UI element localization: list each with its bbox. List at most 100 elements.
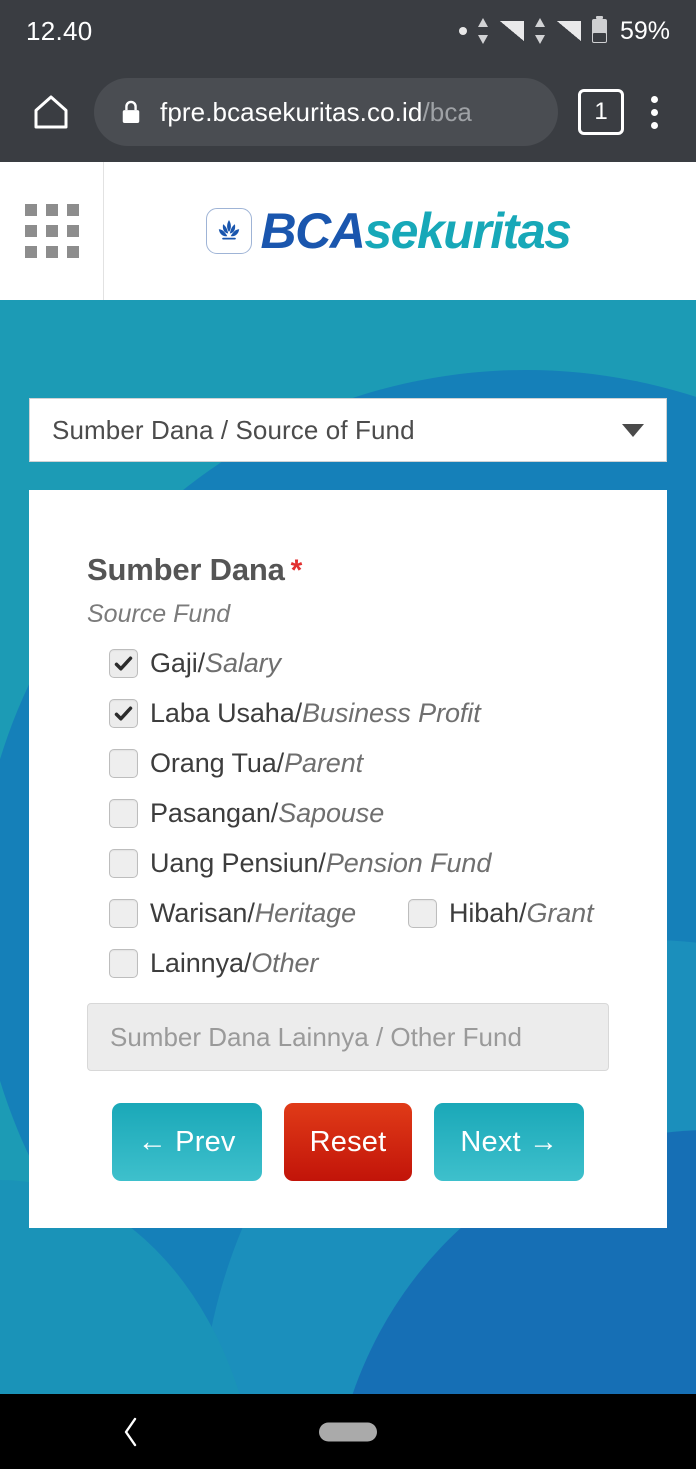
checkbox-row: Lainnya/Other: [109, 938, 649, 988]
site-header: BCAsekuritas: [0, 162, 696, 300]
checkbox-item-warisan[interactable]: Warisan/Heritage: [109, 898, 356, 929]
checkbox-item-uangpensiun[interactable]: Uang Pensiun/Pension Fund: [109, 848, 491, 879]
grid-cell: [45, 225, 58, 237]
section-select[interactable]: Sumber Dana / Source of Fund: [29, 398, 667, 462]
grid-cell: [24, 225, 37, 237]
checkbox-label-en: Salary: [205, 647, 281, 678]
status-icon-group: 59%: [458, 16, 670, 46]
checkbox-label-id: Gaji/: [150, 647, 206, 678]
checkbox-label-en: Pension Fund: [325, 847, 492, 878]
checkbox-unchecked-icon[interactable]: [109, 748, 138, 778]
form-card: Sumber Dana * Source Fund Gaji/Salary Laba…: [29, 490, 667, 1228]
checkbox-item-lainnya[interactable]: Lainnya/Other: [109, 948, 318, 979]
checkbox-item-labausaha[interactable]: Laba Usaha/Business Profit: [109, 698, 481, 729]
checkbox-label: Orang Tua/Parent: [150, 748, 363, 779]
logo-secondary-text: sekuritas: [364, 203, 572, 259]
grid-cell: [45, 204, 58, 216]
checkbox-label-id: Warisan/: [150, 897, 255, 928]
url-path: /bca: [422, 96, 472, 127]
checkbox-label-en: Other: [251, 947, 319, 978]
form-title-text: Sumber Dana: [87, 552, 285, 587]
section-select-value: Sumber Dana / Source of Fund: [52, 414, 415, 445]
checkbox-unchecked-icon[interactable]: [109, 798, 138, 828]
bca-lotus-icon: [205, 208, 252, 254]
form-button-row: ← Prev Reset Next →: [29, 1103, 667, 1181]
next-button[interactable]: Next →: [434, 1103, 585, 1181]
grid-cell: [66, 246, 79, 258]
checkbox-unchecked-icon[interactable]: [109, 848, 138, 878]
grid-cell: [24, 204, 37, 216]
checkbox-checked-icon[interactable]: [109, 698, 138, 728]
signal-icon: [499, 21, 524, 41]
required-asterisk: *: [290, 554, 303, 587]
checkbox-label-id: Orang Tua/: [150, 747, 285, 778]
url-domain: fpre.bcasekuritas.co.id: [160, 96, 423, 127]
other-fund-input[interactable]: Sumber Dana Lainnya / Other Fund: [87, 1003, 609, 1071]
signal-icon: [556, 21, 581, 41]
checkbox-row: Laba Usaha/Business Profit: [109, 688, 649, 738]
phone-screen: 12.40 59% fpre.bcasekuritas.co.id/bca 1 …: [0, 0, 696, 1469]
site-logo[interactable]: BCAsekuritas: [104, 206, 696, 256]
checkbox-item-orangtua[interactable]: Orang Tua/Parent: [109, 748, 363, 779]
checkbox-item-pasangan[interactable]: Pasangan/Sapouse: [109, 798, 384, 829]
tab-counter-button[interactable]: 1: [578, 89, 624, 135]
checkbox-row: Uang Pensiun/Pension Fund: [109, 838, 649, 888]
checkbox-label-id: Lainnya/: [150, 947, 252, 978]
checkbox-label: Pasangan/Sapouse: [150, 798, 384, 829]
overflow-menu-icon[interactable]: [634, 89, 674, 135]
back-chevron-icon[interactable]: [120, 1415, 142, 1449]
android-nav-bar: [0, 1394, 696, 1469]
checkbox-unchecked-icon[interactable]: [408, 898, 437, 928]
checkbox-row: Gaji/Salary: [109, 638, 649, 688]
checkbox-row: Orang Tua/Parent: [109, 738, 649, 788]
apps-grid-button[interactable]: [0, 162, 104, 300]
grid-cell: [24, 246, 37, 258]
checkbox-item-gaji[interactable]: Gaji/Salary: [109, 648, 281, 679]
other-fund-placeholder: Sumber Dana Lainnya / Other Fund: [110, 1021, 522, 1052]
checkbox-label: Laba Usaha/Business Profit: [150, 698, 481, 729]
status-time: 12.40: [26, 15, 93, 46]
checkbox-unchecked-icon[interactable]: [109, 948, 138, 978]
checkbox-label: Warisan/Heritage: [150, 898, 356, 929]
checkbox-label-id: Uang Pensiun/: [150, 847, 326, 878]
chevron-down-icon: [622, 423, 644, 437]
home-pill-icon[interactable]: [319, 1422, 377, 1441]
tab-count-label: 1: [594, 98, 608, 125]
status-bar: 12.40 59%: [0, 0, 696, 62]
checkbox-label: Gaji/Salary: [150, 648, 281, 679]
checkbox-label-id: Laba Usaha/: [150, 697, 303, 728]
checkbox-row: Pasangan/Sapouse: [109, 788, 649, 838]
grid-cell: [66, 225, 79, 237]
url-bar[interactable]: fpre.bcasekuritas.co.id/bca: [94, 78, 558, 146]
menu-dot: [650, 95, 658, 103]
home-icon[interactable]: [22, 83, 80, 141]
prev-button[interactable]: ← Prev: [111, 1103, 262, 1181]
menu-dot: [650, 121, 658, 129]
checkbox-label-en: Sapouse: [278, 797, 385, 828]
lock-icon: [120, 99, 142, 125]
checkbox-label-en: Grant: [526, 897, 594, 928]
grid-cell: [45, 246, 58, 258]
apps-grid-icon: [24, 204, 79, 258]
checkbox-label-en: Parent: [284, 747, 364, 778]
grid-cell: [66, 204, 79, 216]
checkbox-checked-icon[interactable]: [109, 648, 138, 678]
battery-icon: [591, 16, 607, 43]
checkbox-unchecked-icon[interactable]: [109, 898, 138, 928]
logo-primary-text: BCA: [260, 203, 366, 259]
checkbox-row: Warisan/Heritage Hibah/Grant: [109, 888, 649, 938]
checkbox-item-hibah[interactable]: Hibah/Grant: [408, 897, 594, 929]
checkbox-list: Gaji/Salary Laba Usaha/Business Profit Ora…: [109, 638, 649, 988]
checkbox-label-id: Hibah/: [449, 897, 527, 928]
checkbox-label: Hibah/Grant: [449, 897, 594, 929]
url-text: fpre.bcasekuritas.co.id/bca: [160, 97, 472, 128]
data-transfer-icon: [477, 18, 489, 44]
checkbox-label-id: Pasangan/: [150, 797, 279, 828]
browser-toolbar: fpre.bcasekuritas.co.id/bca 1: [0, 62, 696, 162]
checkbox-label: Uang Pensiun/Pension Fund: [150, 848, 491, 879]
checkbox-label: Lainnya/Other: [150, 948, 318, 979]
menu-dot: [650, 108, 658, 116]
dot-icon: [458, 27, 467, 35]
reset-button[interactable]: Reset: [283, 1103, 413, 1181]
checkbox-label-en: Business Profit: [302, 697, 481, 728]
